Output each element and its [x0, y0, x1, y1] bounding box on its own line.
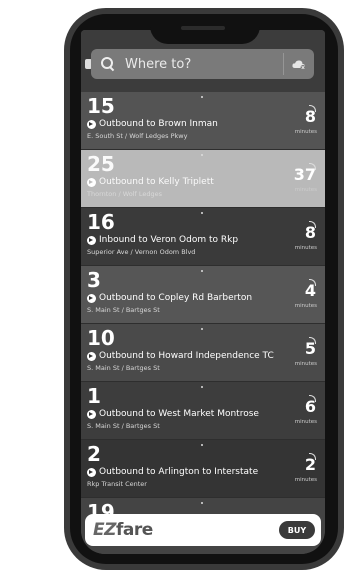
route-stop: Thornton / Wolf Ledges: [87, 190, 163, 198]
route-row[interactable]: 15 Outbound to Brown Inman E. South St / W…: [81, 92, 325, 150]
eta-unit: minutes: [294, 419, 317, 425]
route-row[interactable]: 10 Outbound to Howard Independence TC S. M…: [81, 324, 325, 382]
ezfare-logo: EZfare: [93, 520, 153, 540]
eta-value: 37: [293, 165, 316, 184]
search-bar[interactable]: Where to?: [91, 49, 314, 79]
route-stop: S. Main St / Bartges St: [87, 422, 160, 430]
speaker-grille: [181, 26, 225, 30]
row-indicator-dot: [201, 154, 203, 156]
eta-unit: minutes: [294, 187, 317, 193]
route-direction: Outbound to West Market Montrose: [87, 409, 259, 420]
route-direction: Outbound to Kelly Triplett: [87, 177, 214, 188]
route-direction: Outbound to Brown Inman: [87, 119, 218, 130]
route-direction-text: Outbound to Arlington to Interstate: [99, 467, 259, 477]
route-number: 10: [87, 326, 115, 350]
route-number: 2: [87, 442, 101, 466]
ezfare-banner[interactable]: EZfare BUY: [85, 514, 321, 546]
route-row[interactable]: 3 Outbound to Copley Rd Barberton S. Main …: [81, 266, 325, 324]
route-number: 3: [87, 268, 101, 292]
route-row[interactable]: 16 Inbound to Veron Odom to Rkp Superior A…: [81, 208, 325, 266]
eta-unit: minutes: [294, 129, 317, 135]
eta-unit: minutes: [294, 361, 317, 367]
eta-value: 6: [304, 397, 316, 416]
route-stop: S. Main St / Bartges St: [87, 306, 160, 314]
route-direction-text: Outbound to Kelly Triplett: [99, 177, 214, 187]
arrow-circle-right-icon: [87, 294, 96, 303]
route-direction-text: Outbound to West Market Montrose: [99, 409, 259, 419]
row-indicator-dot: [201, 96, 203, 98]
route-stop: E. South St / Wolf Ledges Pkwy: [87, 132, 188, 140]
eta-value: 4: [304, 281, 316, 300]
route-number: 25: [87, 152, 115, 176]
app-screen: Where to? 15 Outbound to Brown Inman E. So…: [81, 30, 325, 554]
route-stop: Superior Ave / Vernon Odom Blvd: [87, 248, 196, 256]
row-indicator-dot: [201, 502, 203, 504]
search-icon: [101, 57, 115, 71]
row-indicator-dot: [201, 212, 203, 214]
row-indicator-dot: [201, 444, 203, 446]
route-direction: Outbound to Arlington to Interstate: [87, 467, 258, 478]
route-number: 1: [87, 384, 101, 408]
arrow-circle-right-icon: [87, 468, 96, 477]
route-direction: Outbound to Howard Independence TC: [87, 351, 274, 362]
route-direction: Outbound to Copley Rd Barberton: [87, 293, 252, 304]
eta-value: 5: [304, 339, 316, 358]
arrow-circle-right-icon: [87, 236, 96, 245]
route-direction-text: Outbound to Copley Rd Barberton: [99, 293, 253, 303]
route-number: 15: [87, 94, 115, 118]
eta-unit: minutes: [294, 303, 317, 309]
eta-unit: minutes: [294, 477, 317, 483]
route-stop: S. Main St / Bartges St: [87, 364, 160, 372]
buy-button[interactable]: BUY: [279, 521, 315, 539]
route-row[interactable]: 2 Outbound to Arlington to Interstate Rkp …: [81, 440, 325, 498]
route-direction-text: Outbound to Howard Independence TC: [99, 351, 274, 361]
route-stop: Rkp Transit Center: [87, 480, 147, 488]
eta-value: 8: [304, 223, 316, 242]
arrow-circle-right-icon: [87, 410, 96, 419]
route-direction-text: Outbound to Brown Inman: [99, 119, 218, 129]
row-indicator-dot: [201, 270, 203, 272]
row-indicator-dot: [201, 386, 203, 388]
eta-unit: minutes: [294, 245, 317, 251]
route-row[interactable]: 25 Outbound to Kelly Triplett Thornton / W…: [81, 150, 325, 208]
eta-value: 2: [304, 455, 316, 474]
cloud-off-icon[interactable]: [284, 49, 314, 79]
route-row[interactable]: 1 Outbound to West Market Montrose S. Main…: [81, 382, 325, 440]
arrow-circle-right-icon: [87, 178, 96, 187]
arrow-circle-right-icon: [87, 120, 96, 129]
eta-value: 8: [304, 107, 316, 126]
route-direction: Inbound to Veron Odom to Rkp: [87, 235, 238, 246]
route-direction-text: Inbound to Veron Odom to Rkp: [99, 235, 239, 245]
search-input[interactable]: Where to?: [125, 57, 283, 72]
route-number: 16: [87, 210, 115, 234]
arrow-circle-right-icon: [87, 352, 96, 361]
row-indicator-dot: [201, 328, 203, 330]
